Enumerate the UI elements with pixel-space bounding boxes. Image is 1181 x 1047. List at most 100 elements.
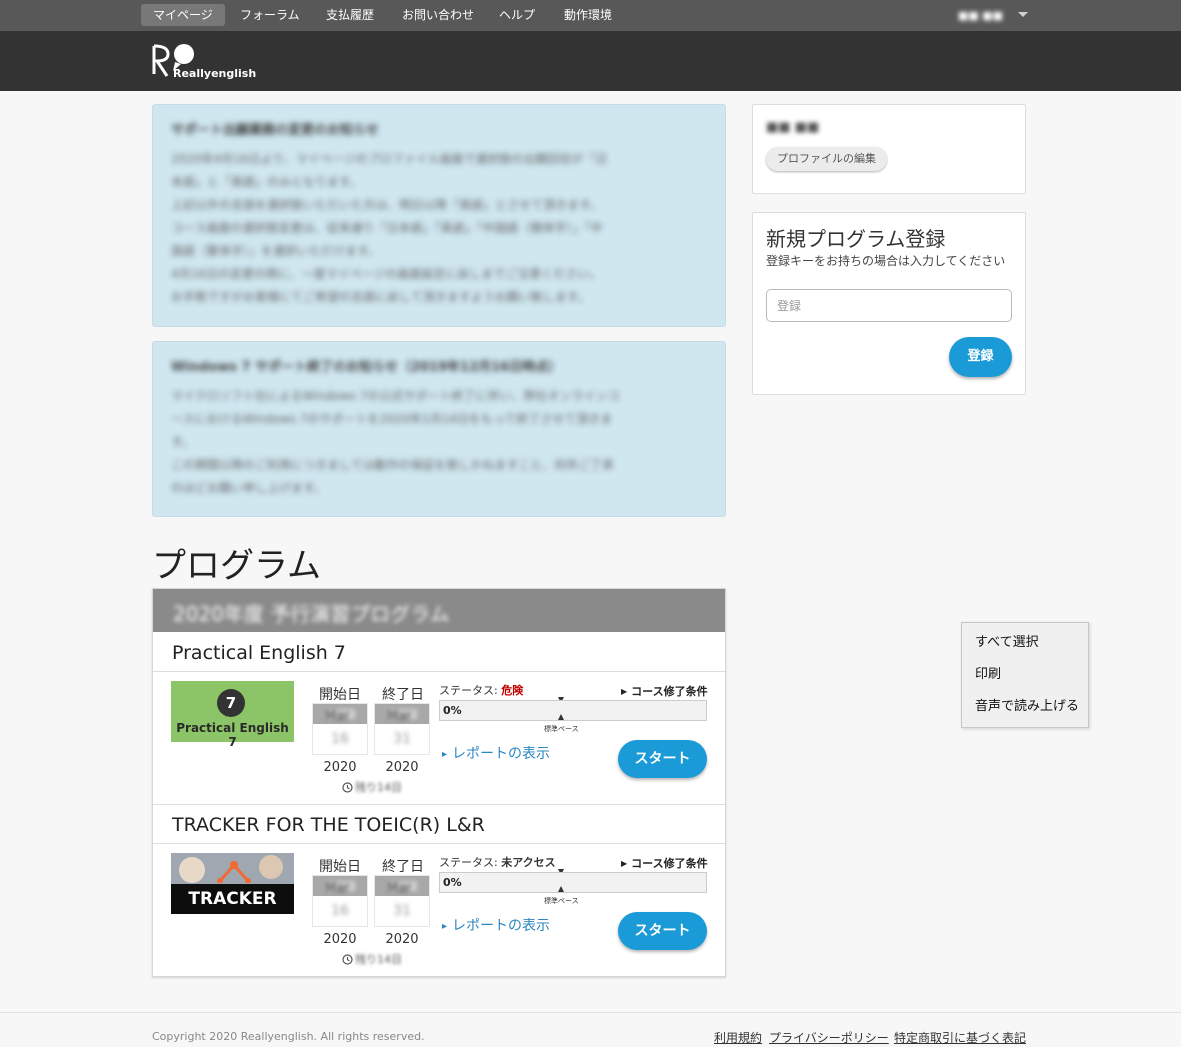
nav-item-contact[interactable]: お問い合わせ <box>390 4 486 26</box>
person-photo <box>179 857 205 883</box>
course-title[interactable]: Practical English 7 <box>172 642 346 664</box>
nav-item-environment[interactable]: 動作環境 <box>552 4 624 26</box>
register-title: 新規プログラム登録 <box>766 227 946 251</box>
register-button[interactable]: 登録 <box>949 337 1012 377</box>
completion-conditions-link[interactable]: コース修了条件 <box>621 855 707 871</box>
remaining-days: 残り14日 <box>342 951 402 967</box>
standard-pace-label: 標準ペース <box>544 897 579 905</box>
end-day: 31 <box>393 731 411 747</box>
practical-english-logo[interactable]: 7 Practical English 7 <box>171 681 294 749</box>
context-menu: すべて選択 印刷 音声で読み上げる <box>961 622 1089 728</box>
profile-card: ■■ ■■ プロファイルの編集 <box>752 104 1026 194</box>
progress-percent: 0% <box>443 876 462 889</box>
start-month: Mar <box>325 881 355 896</box>
context-menu-select-all[interactable]: すべて選択 <box>962 627 1088 659</box>
end-date-label: 終了日 <box>382 859 424 875</box>
end-month: Mar <box>387 709 417 724</box>
thumbnail-label: TRACKER <box>171 884 294 914</box>
completion-conditions-link[interactable]: コース修了条件 <box>621 683 707 699</box>
copyright-text: Copyright 2020 Reallyenglish. All rights… <box>152 1030 425 1043</box>
thumbnail-label: Practical English 7 <box>176 721 289 749</box>
edit-profile-button[interactable]: プロファイルの編集 <box>766 147 887 171</box>
status-label: ステータス: <box>439 856 498 869</box>
remaining-days-text: 残り14日 <box>355 781 402 794</box>
reallyenglish-logo[interactable]: Reallyenglish <box>151 44 261 84</box>
notice-line: す。 <box>171 435 194 449</box>
start-course-button[interactable]: スタート <box>618 740 707 778</box>
course-title[interactable]: TRACKER FOR THE TOEIC(R) L&R <box>172 814 485 836</box>
start-day: 16 <box>331 903 349 919</box>
end-year: 2020 <box>385 932 419 947</box>
notice-line: のほどお願い申し上げます。 <box>171 481 326 495</box>
nav-item-forum[interactable]: フォーラム <box>228 4 312 26</box>
course-status: ステータス: 危険 <box>439 682 523 698</box>
program-section-title: プログラム <box>152 546 321 586</box>
notice-line: コース画面の選択肢変更は、従来通り「日本語」「英語」「中国語（簡体字）」「中 <box>171 221 603 235</box>
nav-item-help[interactable]: ヘルプ <box>487 4 547 26</box>
footer-link-commercial-law[interactable]: 特定商取引に基づく表記 <box>894 1029 1026 1046</box>
status-label: ステータス: <box>439 684 498 697</box>
start-day: 16 <box>331 731 349 747</box>
notice-line: この期間以降のご利用につきましては動作の保証を致しかねますこと、何卒ご了承 <box>171 458 614 472</box>
divider <box>153 843 725 844</box>
view-report-link[interactable]: レポートの表示 <box>442 915 550 935</box>
end-date-label: 終了日 <box>382 687 424 703</box>
notice-line: マイクロソフト社によるWindows 7の公式サポート終了に伴い、弊社オンライン… <box>171 389 620 403</box>
user-menu[interactable]: ■■ ■■ <box>958 8 1028 22</box>
end-year: 2020 <box>385 760 419 775</box>
nav-item-payment-history[interactable]: 支払履歴 <box>314 4 386 26</box>
remaining-days: 残り14日 <box>342 779 402 795</box>
course-number-badge: 7 <box>217 689 245 717</box>
top-navigation: マイページ フォーラム 支払履歴 お問い合わせ ヘルプ 動作環境 ■■ ■■ <box>0 0 1181 31</box>
notice-line: ースにおけるWindows 7のサポートを2020年1月14日をもって終了させて… <box>171 412 613 426</box>
view-report-link[interactable]: レポートの表示 <box>442 743 550 763</box>
registration-key-input[interactable] <box>766 289 1012 322</box>
end-day: 31 <box>393 903 411 919</box>
tracker-logo[interactable]: TRACKER <box>171 853 294 914</box>
notice-title: サポート出願業務の変更のお知らせ <box>171 123 379 138</box>
status-value: 未アクセス <box>501 856 556 869</box>
notice-support-change: サポート出願業務の変更のお知らせ 2020年4月16日より、マイページのプロファ… <box>152 104 726 327</box>
course-progress-bar: 0% <box>439 872 707 893</box>
context-menu-read-aloud[interactable]: 音声で読み上げる <box>962 691 1088 723</box>
profile-name: ■■ ■■ <box>766 120 820 135</box>
progress-percent: 0% <box>443 704 462 717</box>
notice-line: 2020年4月16日より、マイページのプロファイル画面で選択肢の出願回収が「日 <box>171 152 608 166</box>
person-photo <box>259 855 283 879</box>
program-group-panel: 2020年度 予行演習プログラム Practical English 7 7 P… <box>152 588 726 977</box>
notice-title: Windows 7 サポート終了のお知らせ（2019年12月16日時点） <box>171 360 562 375</box>
standard-pace-label: 標準ペース <box>544 725 579 733</box>
start-date-calendar: Mar 16 <box>312 703 368 755</box>
logo-wordmark: Reallyenglish <box>173 67 257 80</box>
notice-line: 上記以外の言語を選択肢いただいた方は、明日以降「英語」とさせて頂きます。 <box>171 198 602 212</box>
divider <box>153 804 725 805</box>
page-footer: Copyright 2020 Reallyenglish. All rights… <box>0 1012 1181 1047</box>
start-date-label: 開始日 <box>319 687 361 703</box>
footer-link-privacy[interactable]: プライバシーポリシー <box>769 1029 889 1046</box>
end-date-calendar: Mar 31 <box>374 703 430 755</box>
program-group-header: 2020年度 予行演習プログラム <box>153 589 725 632</box>
notice-line: お手数ですがお客様にてご希望の言語に戻して頂きますようお願い致します。 <box>171 290 590 304</box>
start-year: 2020 <box>323 760 357 775</box>
course-progress-bar: 0% <box>439 700 707 721</box>
notice-line: 4月16日の変更の際に、一度マイページの画面設定に戻しまでご注意ください。 <box>171 267 602 281</box>
context-menu-print[interactable]: 印刷 <box>962 659 1088 691</box>
start-course-button[interactable]: スタート <box>618 912 707 950</box>
remaining-days-text: 残り14日 <box>355 953 402 966</box>
course-status: ステータス: 未アクセス <box>439 854 556 870</box>
clock-icon <box>342 781 353 793</box>
nav-item-mypage[interactable]: マイページ <box>141 4 225 26</box>
notice-line: 国語（繁体字）」を選択いただけます。 <box>171 244 380 258</box>
start-month: Mar <box>325 709 355 724</box>
divider <box>153 671 725 672</box>
pace-marker-bottom-icon <box>558 714 564 720</box>
register-description: 登録キーをお持ちの場合は入力してください <box>766 254 1006 268</box>
start-date-calendar: Mar 16 <box>312 875 368 927</box>
notice-windows7: Windows 7 サポート終了のお知らせ（2019年12月16日時点） マイク… <box>152 341 726 517</box>
footer-link-terms[interactable]: 利用規約 <box>714 1029 762 1046</box>
clock-icon <box>342 953 353 965</box>
register-program-card: 新規プログラム登録 登録キーをお持ちの場合は入力してください 登録 <box>752 212 1026 395</box>
chevron-down-icon <box>1018 12 1028 17</box>
user-name: ■■ ■■ <box>958 8 1004 22</box>
end-month: Mar <box>387 881 417 896</box>
